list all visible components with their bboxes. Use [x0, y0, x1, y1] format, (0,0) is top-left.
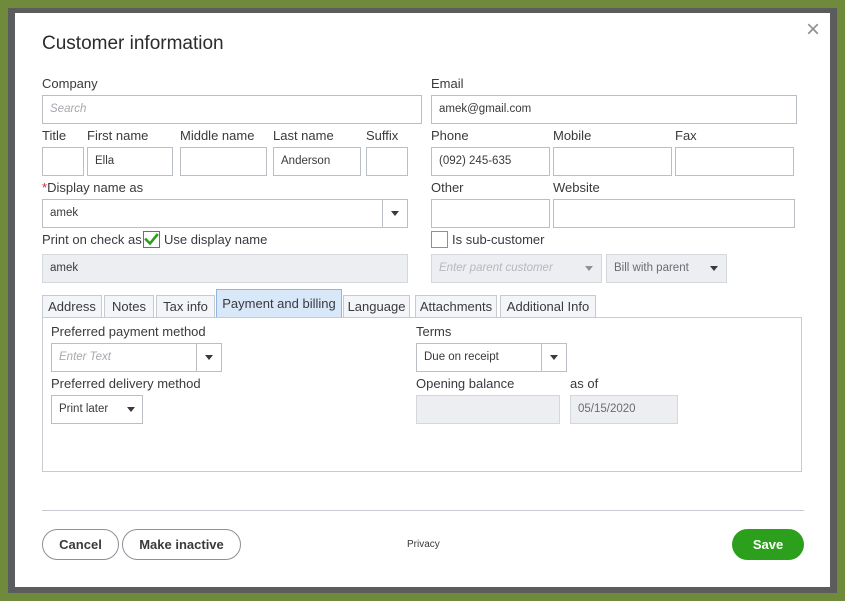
last-name-field[interactable]: Anderson [273, 147, 361, 176]
terms-select[interactable]: Due on receipt [416, 343, 567, 372]
chevron-down-icon[interactable] [382, 200, 407, 227]
suffix-label: Suffix [366, 128, 399, 143]
chevron-down-icon[interactable] [196, 344, 221, 371]
sub-customer-label: Is sub-customer [452, 232, 545, 247]
delivery-method-select[interactable]: Print later [51, 395, 143, 424]
save-button[interactable]: Save [732, 529, 804, 560]
tab-language[interactable]: Language [343, 295, 410, 318]
middle-name-field[interactable] [180, 147, 267, 176]
payment-method-select[interactable]: Enter Text [51, 343, 222, 372]
customer-information-dialog: Customer information × Company Search Em… [15, 13, 830, 587]
opening-balance-label: Opening balance [416, 376, 515, 391]
opening-balance-field[interactable] [416, 395, 560, 424]
as-of-date-field[interactable]: 05/15/2020 [570, 395, 678, 424]
sub-customer-checkbox[interactable] [431, 231, 448, 248]
parent-customer-select[interactable]: Enter parent customer [431, 254, 602, 283]
title-field[interactable] [42, 147, 84, 176]
other-label: Other [431, 180, 464, 195]
delivery-method-value: Print later [59, 403, 109, 415]
display-name-label-text: Display name as [47, 180, 144, 195]
cancel-button[interactable]: Cancel [42, 529, 119, 560]
chevron-down-icon[interactable] [701, 255, 726, 282]
checkmark-icon [144, 233, 159, 246]
chevron-down-icon[interactable] [120, 396, 142, 423]
last-name-label: Last name [273, 128, 334, 143]
title-label: Title [42, 128, 67, 143]
suffix-field[interactable] [366, 147, 408, 176]
terms-label: Terms [416, 324, 452, 339]
middle-name-label: Middle name [180, 128, 255, 143]
first-name-field[interactable]: Ella [87, 147, 173, 176]
use-display-name-checkbox[interactable] [143, 231, 160, 248]
first-name-label: First name [87, 128, 149, 143]
tab-attachments[interactable]: Attachments [415, 295, 497, 318]
payment-method-label: Preferred payment method [51, 324, 206, 339]
make-inactive-button[interactable]: Make inactive [122, 529, 241, 560]
chevron-down-icon[interactable] [541, 344, 566, 371]
use-display-name-label: Use display name [164, 232, 268, 247]
footer-divider [42, 510, 804, 511]
company-label: Company [42, 76, 98, 91]
display-name-label: *Display name as [42, 180, 143, 195]
close-icon[interactable]: × [802, 18, 824, 42]
mobile-label: Mobile [553, 128, 592, 143]
company-search-input[interactable]: Search [42, 95, 422, 124]
payment-method-placeholder: Enter Text [59, 351, 111, 363]
phone-field[interactable]: (092) 245-635 [431, 147, 550, 176]
tab-tax-info[interactable]: Tax info [156, 295, 215, 318]
email-label: Email [431, 76, 464, 91]
print-on-check-label: Print on check as [42, 232, 142, 247]
other-field[interactable] [431, 199, 550, 228]
phone-label: Phone [431, 128, 469, 143]
website-field[interactable] [553, 199, 795, 228]
as-of-label: as of [570, 376, 599, 391]
bill-with-parent-value: Bill with parent [614, 262, 689, 274]
fax-label: Fax [675, 128, 697, 143]
terms-value: Due on receipt [424, 351, 499, 363]
tab-additional-info[interactable]: Additional Info [500, 295, 596, 318]
print-on-check-field[interactable]: amek [42, 254, 408, 283]
privacy-link[interactable]: Privacy [407, 539, 440, 550]
tab-payment-and-billing[interactable]: Payment and billing [216, 289, 342, 318]
fax-field[interactable] [675, 147, 794, 176]
tab-address[interactable]: Address [42, 295, 102, 318]
dialog-title: Customer information [42, 33, 224, 54]
parent-customer-placeholder: Enter parent customer [439, 262, 553, 274]
mobile-field[interactable] [553, 147, 672, 176]
tab-notes[interactable]: Notes [104, 295, 154, 318]
website-label: Website [553, 180, 600, 195]
display-name-value: amek [50, 207, 79, 219]
chevron-down-icon[interactable] [576, 255, 601, 282]
display-name-select[interactable]: amek [42, 199, 408, 228]
email-field[interactable]: amek@gmail.com [431, 95, 797, 124]
delivery-method-label: Preferred delivery method [51, 376, 201, 391]
bill-with-parent-select[interactable]: Bill with parent [606, 254, 727, 283]
